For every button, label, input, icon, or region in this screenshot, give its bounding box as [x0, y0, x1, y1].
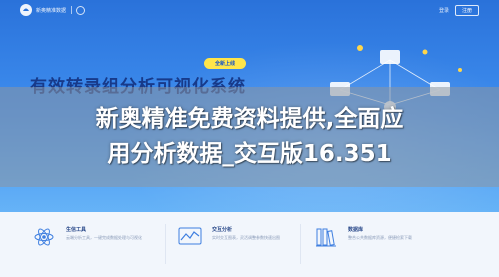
- feature-description: 整合公共数据库资源，便捷检索下载: [348, 235, 412, 240]
- promo-badge: 全新上线: [204, 58, 246, 69]
- feature-description: 实时交互图表，灵活调整参数快速出图: [212, 235, 280, 240]
- chart-icon: [176, 226, 204, 248]
- card-divider: [300, 224, 301, 264]
- feature-body: 生信工具 云端分析工具，一键完成数据处理与可视化: [66, 226, 146, 241]
- brand-logo-icon[interactable]: [20, 4, 32, 16]
- feature-body: 数据库 整合公共数据库资源，便捷检索下载: [348, 226, 428, 241]
- feature-title: 数据库: [348, 227, 364, 233]
- brand-name[interactable]: 新奥精准数据: [36, 7, 66, 14]
- register-button[interactable]: 注册: [454, 4, 479, 16]
- login-link[interactable]: 登录: [439, 7, 449, 14]
- top-navigation: 新奥精准数据 登录 注册: [0, 0, 499, 20]
- card-divider: [165, 224, 166, 264]
- watermark-line-1: 新奥精准免费资料提供,全面应: [95, 106, 404, 132]
- feature-title: 生信工具: [66, 227, 87, 233]
- feature-card-interactive[interactable]: 交互分析 实时交互图表，灵活调整参数快速出图: [170, 218, 308, 266]
- brand-divider: [71, 6, 73, 14]
- feature-description: 云端分析工具，一键完成数据处理与可视化: [66, 235, 142, 240]
- feature-strip: 生信工具 云端分析工具，一键完成数据处理与可视化 交互分析 实时交互图表，灵活调…: [0, 212, 499, 277]
- atom-icon: [30, 226, 58, 248]
- feature-card-tools[interactable]: 生信工具 云端分析工具，一键完成数据处理与可视化: [24, 218, 162, 266]
- watermark-line-2: 用分析数据_交互版16.351: [107, 141, 392, 167]
- partner-logo-icon: [76, 5, 86, 15]
- feature-card-database[interactable]: 数据库 整合公共数据库资源，便捷检索下载: [306, 218, 444, 266]
- feature-title: 交互分析: [212, 227, 233, 233]
- watermark-overlay: 新奥精准免费资料提供,全面应 用分析数据_交互版16.351: [0, 87, 499, 187]
- library-icon: [312, 226, 340, 248]
- feature-body: 交互分析 实时交互图表，灵活调整参数快速出图: [212, 226, 292, 241]
- account-actions: 登录 注册: [439, 4, 479, 16]
